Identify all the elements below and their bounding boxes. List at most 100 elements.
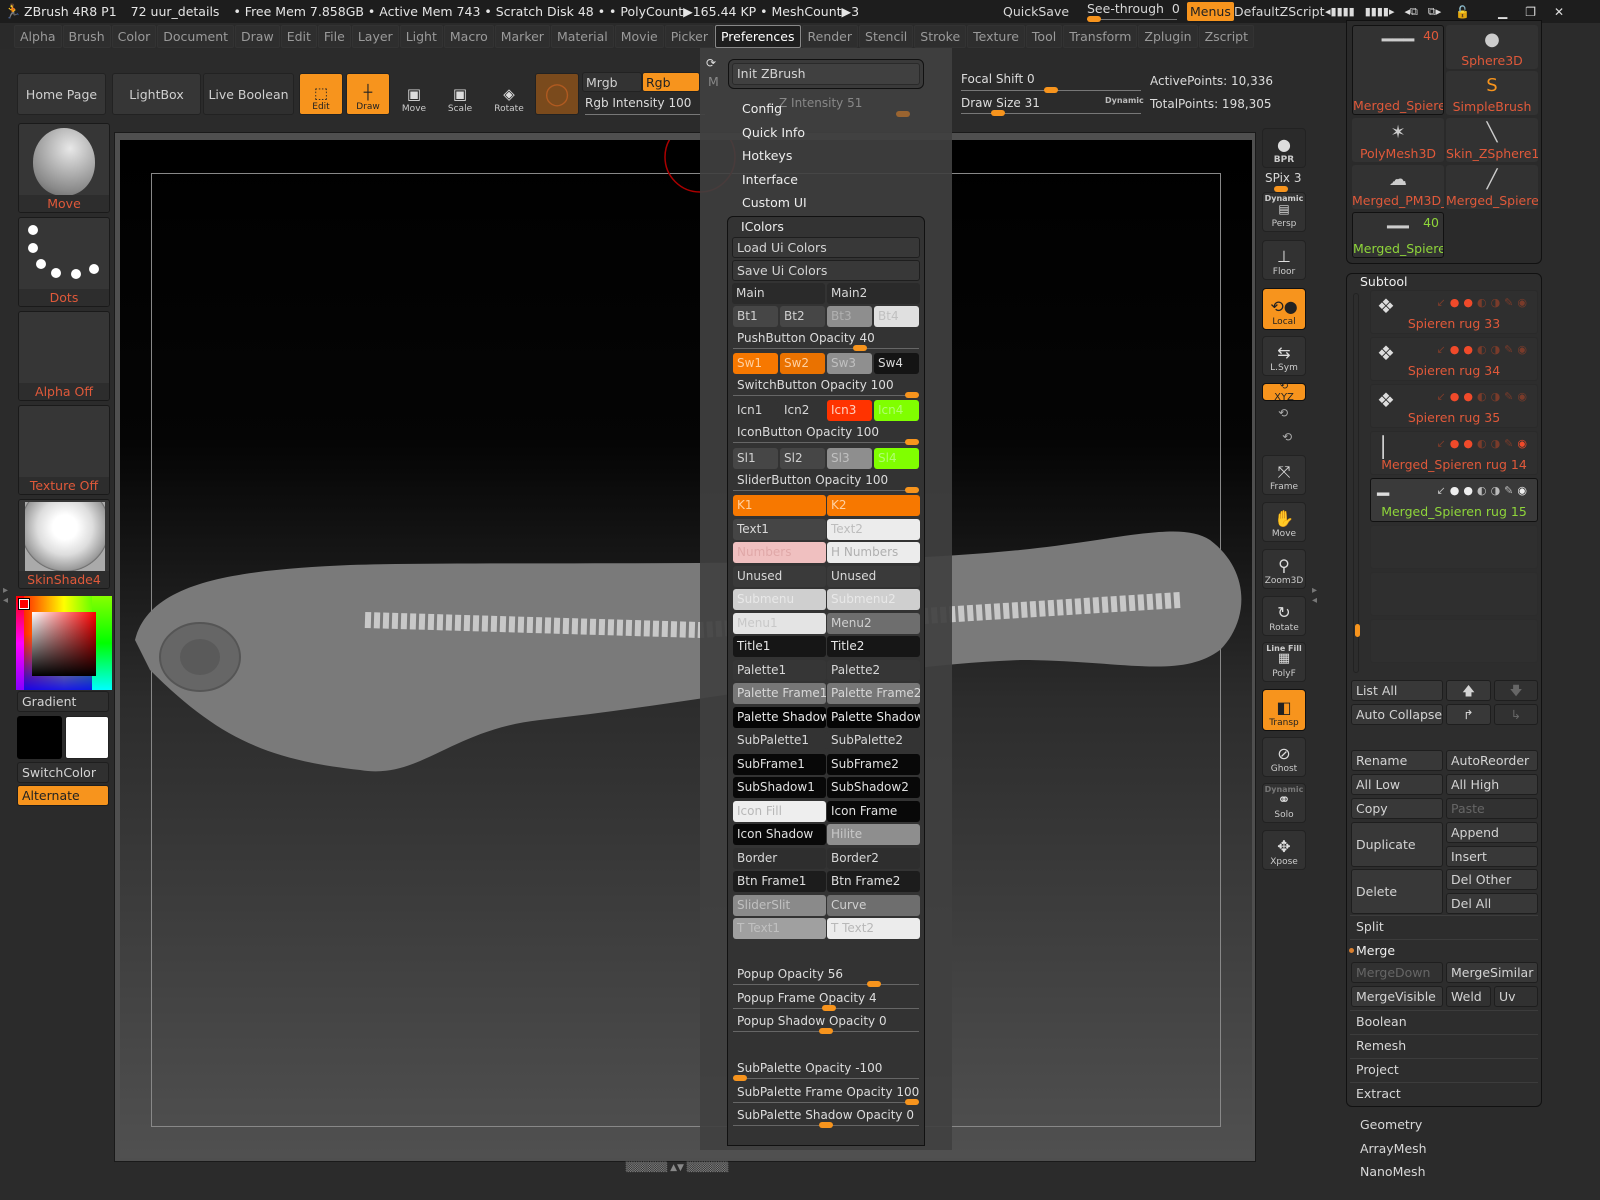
- move-subtool-down-button[interactable]: 🡇: [1494, 680, 1538, 701]
- icon-frame-color-swatch[interactable]: Icon Frame: [827, 800, 920, 822]
- main-color-swatch-black[interactable]: [17, 716, 62, 759]
- tool-thumb-polymesh3d[interactable]: ✶ PolyMesh3D: [1352, 118, 1444, 162]
- title1-color-swatch[interactable]: Title1: [733, 636, 826, 657]
- home-page-button[interactable]: Home Page: [17, 73, 106, 115]
- move-button[interactable]: ▣ Move: [392, 73, 436, 117]
- pref-custom-ui[interactable]: Custom UI: [742, 195, 807, 210]
- project-section[interactable]: Project: [1350, 1058, 1538, 1081]
- subtool-folder-icon[interactable]: ↙: [1437, 390, 1450, 403]
- subtool-toggle-icons[interactable]: ↙●●◐◑✎◉: [1437, 296, 1531, 309]
- menu-stencil[interactable]: Stencil: [859, 24, 914, 48]
- subtool-row[interactable]: │ ↙●●◐◑✎◉ Merged_Spieren rug 14: [1370, 431, 1538, 475]
- palette-frame1-color-swatch[interactable]: Palette Frame1: [733, 683, 826, 704]
- icn2-color-swatch[interactable]: Icn2: [780, 400, 825, 421]
- lock-icon[interactable]: 🔓: [1455, 5, 1470, 19]
- del-all-button[interactable]: Del All: [1446, 893, 1538, 914]
- subtool-toggle-icons[interactable]: ↙●●◐◑✎◉: [1437, 437, 1531, 450]
- pref-hotkeys[interactable]: Hotkeys: [742, 148, 792, 163]
- stroke-selector[interactable]: Dots: [18, 217, 110, 307]
- k1-color-swatch[interactable]: K1: [733, 495, 826, 516]
- texture-selector[interactable]: Texture Off: [18, 405, 110, 495]
- subtool-mask-icon[interactable]: ◐: [1477, 437, 1491, 450]
- border2-color-swatch[interactable]: Border2: [827, 847, 920, 869]
- pref-quick-info[interactable]: Quick Info: [742, 125, 805, 140]
- subtool-polypaint-icon[interactable]: ●●: [1450, 390, 1477, 403]
- numbers-color-swatch[interactable]: Numbers: [733, 542, 826, 563]
- menu-edit[interactable]: Edit: [280, 24, 317, 48]
- load-ui-colors-button[interactable]: Load Ui Colors: [732, 237, 920, 258]
- subtool-polypaint-icon[interactable]: ●●: [1450, 484, 1477, 497]
- append-button[interactable]: Append: [1446, 822, 1538, 843]
- subtool-merge-icon[interactable]: ◑: [1491, 437, 1505, 450]
- rotate-y-icon[interactable]: ⟲: [1278, 406, 1288, 420]
- layout-prev-icon[interactable]: ◂⧉: [1404, 5, 1417, 19]
- rotate-xyz-button[interactable]: ⟲ XYZ: [1262, 381, 1306, 403]
- sl1-color-swatch[interactable]: Sl1: [733, 448, 778, 469]
- split-section[interactable]: Split: [1350, 915, 1538, 938]
- seethrough-slider[interactable]: See-through 0: [1087, 0, 1180, 23]
- polyf-button[interactable]: Line Fill ▦ PolyF: [1262, 642, 1306, 682]
- icon-fill-color-swatch[interactable]: Icon Fill: [733, 800, 826, 822]
- lightbox-button[interactable]: LightBox: [112, 73, 201, 115]
- merge-visible-button[interactable]: MergeVisible: [1351, 986, 1443, 1007]
- palette-frame2-color-swatch[interactable]: Palette Frame2: [827, 683, 920, 704]
- z-intensity-knob[interactable]: [896, 111, 911, 117]
- shrink-tray-icon[interactable]: ◂▮▮▮▮: [1325, 5, 1355, 18]
- subtool-visibility-eye-icon[interactable]: ◉: [1517, 343, 1531, 356]
- menu-macro[interactable]: Macro: [443, 24, 494, 48]
- secondary-color-swatch-white[interactable]: [65, 716, 109, 759]
- subframe1-color-swatch[interactable]: SubFrame1: [733, 753, 826, 775]
- subtool-scroll-thumb[interactable]: [1355, 624, 1360, 637]
- draw-size-slider[interactable]: Draw Size 31: [961, 96, 1040, 110]
- slider-knob[interactable]: [819, 1122, 833, 1128]
- live-boolean-button[interactable]: Live Boolean: [203, 73, 294, 115]
- tool-thumb-merged-spieren[interactable]: ━━Merged_Spieren40: [1352, 212, 1444, 258]
- spix-slider[interactable]: SPix 3: [1265, 171, 1302, 185]
- menu-light[interactable]: Light: [399, 24, 443, 48]
- material-selector[interactable]: SkinShade4: [18, 499, 110, 589]
- ghost-button[interactable]: ⊘ Ghost: [1262, 737, 1306, 777]
- del-other-button[interactable]: Del Other: [1446, 869, 1538, 890]
- bottom-tray-toggle-icon[interactable]: ▒▒▒▒▒▒ ▲▼ ▒▒▒▒▒▒: [622, 1163, 732, 1173]
- minimize-icon[interactable]: ▁: [1498, 5, 1507, 19]
- main-color-swatch[interactable]: Main: [732, 283, 825, 304]
- pref-config[interactable]: Config: [742, 101, 782, 116]
- palette1-color-swatch[interactable]: Palette1: [733, 659, 826, 681]
- solo-button[interactable]: Dynamic ⚭ Solo: [1262, 783, 1306, 823]
- menu-texture[interactable]: Texture: [967, 24, 1025, 48]
- document-canvas[interactable]: [120, 140, 1252, 1158]
- rotate-z-icon[interactable]: ⟲: [1282, 430, 1292, 444]
- rgb-intensity-slider[interactable]: Rgb Intensity 100: [585, 96, 691, 110]
- h-numbers-color-swatch[interactable]: H Numbers: [827, 542, 920, 563]
- subtool-visibility-eye-icon[interactable]: ◉: [1517, 484, 1531, 497]
- subpalette1-color-swatch[interactable]: SubPalette1: [733, 730, 826, 751]
- layout-next-icon[interactable]: ⧉▸: [1428, 5, 1441, 19]
- sliderslit-color-swatch[interactable]: SliderSlit: [733, 894, 826, 916]
- t-text1-color-swatch[interactable]: T Text1: [733, 918, 826, 939]
- menu-document[interactable]: Document: [157, 24, 235, 48]
- popup-shadow-opacity-slider[interactable]: Popup Shadow Opacity 0: [737, 1014, 887, 1028]
- subtool-folder-icon[interactable]: ↙: [1437, 296, 1450, 309]
- menu-alpha[interactable]: Alpha: [14, 24, 62, 48]
- border-color-swatch[interactable]: Border: [733, 847, 826, 869]
- menu-file[interactable]: File: [317, 24, 351, 48]
- tool-thumb-merged-pm3d-s[interactable]: ☁ Merged_PM3D_S: [1352, 165, 1444, 209]
- auto-reorder-button[interactable]: AutoReorder: [1446, 750, 1538, 771]
- sw1-color-swatch[interactable]: Sw1: [733, 353, 778, 374]
- delete-button[interactable]: Delete: [1351, 869, 1443, 914]
- all-high-button[interactable]: All High: [1446, 774, 1538, 795]
- icolors-title[interactable]: IColors: [741, 219, 784, 234]
- slider-knob[interactable]: [905, 487, 919, 493]
- lsym-button[interactable]: ⇆ L.Sym: [1262, 336, 1306, 376]
- restore-icon[interactable]: ❐: [1525, 5, 1536, 19]
- bpr-button[interactable]: ● BPR: [1262, 128, 1306, 168]
- tool-thumb-merged-spieren[interactable]: ╱ Merged_Spieren: [1446, 165, 1538, 209]
- sl3-color-swatch[interactable]: Sl3: [827, 448, 872, 469]
- subtool-row[interactable]: ❖ ↙●●◐◑✎◉ Spieren rug 35: [1370, 384, 1538, 428]
- subpalette2-color-swatch[interactable]: SubPalette2: [827, 730, 920, 751]
- subframe2-color-swatch[interactable]: SubFrame2: [827, 753, 920, 775]
- popup-frame-opacity-slider[interactable]: Popup Frame Opacity 4: [737, 991, 877, 1005]
- text1-color-swatch[interactable]: Text1: [733, 518, 826, 540]
- subtool-folder-icon[interactable]: ↙: [1437, 484, 1450, 497]
- quicksave-button[interactable]: QuickSave: [1003, 0, 1069, 23]
